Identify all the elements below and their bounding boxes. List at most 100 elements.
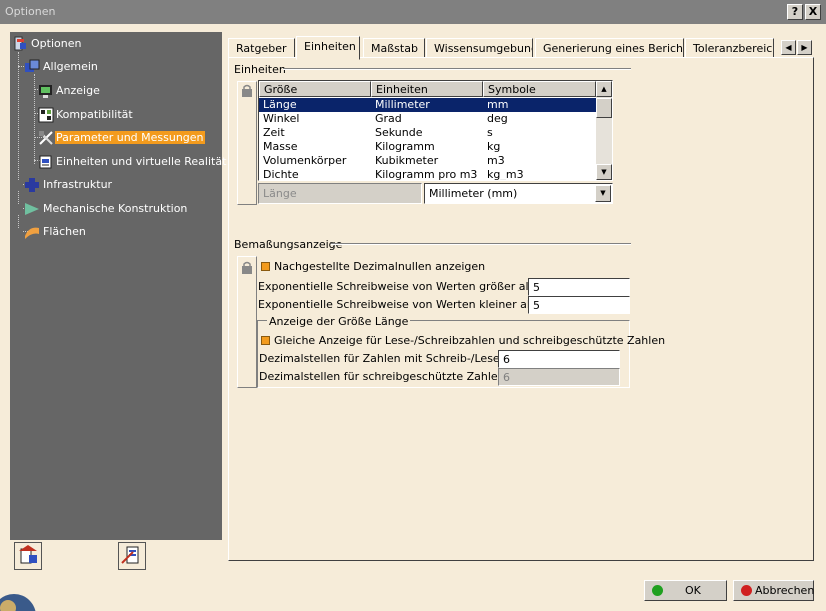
trailing-zeros-checkbox[interactable]: [261, 262, 270, 271]
unit-select[interactable]: Millimeter (mm) ▼: [424, 183, 613, 204]
cancel-label: Abbrechen: [755, 584, 815, 597]
lock-icon[interactable]: [241, 84, 253, 98]
help-button[interactable]: ?: [787, 4, 803, 20]
table-row[interactable]: Volumenkörper Kubikmeter m3: [259, 154, 596, 168]
tree-item-label: Kompatibilität: [56, 108, 133, 121]
ok-button[interactable]: OK: [644, 580, 727, 601]
options-tree[interactable]: Optionen Allgemein Anzeige Kompatibilitä…: [10, 32, 226, 540]
dimension-group-title: Bemaßungsanzeige: [234, 238, 343, 251]
mechanical-design-icon: [24, 201, 40, 217]
tools-options-icon[interactable]: [14, 542, 42, 570]
tree-item-label: Infrastruktur: [43, 178, 113, 191]
virtual-reality-icon: [38, 154, 54, 170]
same-display-label: Gleiche Anzeige für Lese-/Schreibzahlen …: [274, 334, 666, 347]
length-subgroup-title: Anzeige der Größe Länge: [267, 315, 411, 328]
cell-symbol: kg_m3: [487, 168, 524, 180]
cell-unit: Millimeter: [375, 98, 430, 111]
same-display-checkbox[interactable]: [261, 336, 270, 345]
cell-quantity: Dichte: [263, 168, 299, 180]
tab-scroll-right-icon[interactable]: ▶: [797, 40, 812, 55]
table-row[interactable]: Dichte Kilogramm pro m3 kg_m3: [259, 168, 596, 180]
tab-units[interactable]: Einheiten: [296, 36, 360, 60]
surfaces-icon: [24, 224, 40, 240]
cell-unit: Kilogramm: [375, 140, 435, 153]
tree-item-label: Parameter und Messungen: [55, 131, 205, 144]
cell-symbol: mm: [487, 98, 509, 111]
table-row[interactable]: Länge Millimeter mm: [259, 98, 596, 112]
cell-quantity: Masse: [263, 140, 298, 153]
compatibility-icon: [38, 107, 54, 123]
cell-symbol: s: [487, 126, 493, 139]
column-header-symbol[interactable]: Symbole: [483, 81, 596, 97]
cell-symbol: kg: [487, 140, 501, 153]
cell-quantity: Zeit: [263, 126, 285, 139]
close-button[interactable]: X: [805, 4, 821, 20]
column-header-quantity[interactable]: Größe: [259, 81, 371, 97]
units-group-title: Einheiten: [234, 63, 286, 76]
rw-decimals-input[interactable]: 6: [498, 350, 620, 368]
tab-tolerance[interactable]: Toleranzbereich f: [685, 38, 774, 58]
unit-select-value: Millimeter (mm): [429, 187, 518, 200]
reset-options-icon[interactable]: [118, 542, 146, 570]
units-table-header: Größe Einheiten Symbole: [259, 81, 596, 97]
infrastructure-icon: [24, 177, 40, 193]
cell-unit: Kilogramm pro m3: [375, 168, 478, 180]
units-table[interactable]: Größe Einheiten Symbole Länge Millimeter…: [258, 80, 613, 181]
tab-scale[interactable]: Maßstab: [363, 38, 425, 58]
tab-advisor[interactable]: Ratgeber: [228, 38, 295, 58]
expand-icon[interactable]: [14, 181, 23, 190]
cell-unit: Kubikmeter: [375, 154, 439, 167]
cell-quantity: Volumenkörper: [263, 154, 347, 167]
dialog-client: Optionen Allgemein Anzeige Kompatibilitä…: [0, 24, 826, 611]
tree-item-label: Mechanische Konstruktion: [43, 202, 188, 215]
tab-scroll-left-icon[interactable]: ◀: [781, 40, 796, 55]
scroll-up-icon[interactable]: ▲: [596, 81, 612, 97]
column-header-unit[interactable]: Einheiten: [371, 81, 483, 97]
cell-quantity: Winkel: [263, 112, 300, 125]
exp-smaller-label: Exponentielle Schreibweise von Werten kl…: [258, 298, 564, 311]
tab-strip: Ratgeber Einheiten Maßstab Wissensumgebu…: [228, 36, 814, 60]
units-lock-bar: [237, 81, 257, 205]
chevron-down-icon[interactable]: ▼: [595, 185, 611, 202]
expand-icon[interactable]: [14, 228, 23, 237]
scroll-down-icon[interactable]: ▼: [596, 164, 612, 180]
tree-item-label: Einheiten und virtuelle Realität: [56, 155, 227, 168]
general-icon: [24, 59, 40, 75]
units-table-scrollbar[interactable]: ▲ ▼: [596, 81, 612, 180]
title-bar: Optionen ? X: [0, 0, 826, 24]
trailing-zeros-label: Nachgestellte Dezimalnullen anzeigen: [274, 260, 486, 273]
selected-quantity-field: Länge: [258, 183, 422, 204]
catia-globe-icon: [0, 584, 48, 611]
cell-symbol: m3: [487, 154, 505, 167]
tree-item-label: Optionen: [31, 37, 82, 50]
exp-greater-input[interactable]: 5: [528, 278, 630, 296]
tab-report-generation[interactable]: Generierung eines Berichts: [535, 38, 684, 58]
ok-icon: [652, 585, 663, 596]
ro-decimals-label: Dezimalstellen für schreibgeschützte Zah…: [259, 370, 505, 383]
tab-content-units: Einheiten Größe Einheiten Symbole Länge …: [228, 57, 814, 561]
exp-smaller-input[interactable]: 5: [528, 296, 630, 314]
lock-icon[interactable]: [241, 261, 253, 275]
cancel-icon: [741, 585, 752, 596]
exp-greater-label: Exponentielle Schreibweise von Werten gr…: [258, 280, 568, 293]
options-root-icon: [12, 36, 28, 52]
cancel-button[interactable]: Abbrechen: [733, 580, 814, 601]
ro-decimals-input: 6: [498, 368, 620, 386]
expand-icon[interactable]: [14, 205, 23, 214]
display-icon: [38, 83, 54, 99]
scroll-thumb[interactable]: [596, 98, 612, 118]
window-title: Optionen: [5, 5, 56, 18]
tree-item-label: Anzeige: [56, 84, 100, 97]
cell-symbol: deg: [487, 112, 508, 125]
cell-quantity: Länge: [263, 98, 297, 111]
tab-knowledge-environment[interactable]: Wissensumgebung: [426, 38, 533, 58]
ok-label: OK: [685, 584, 701, 597]
tree-item-label: Allgemein: [43, 60, 98, 73]
table-row[interactable]: Zeit Sekunde s: [259, 126, 596, 140]
cell-unit: Grad: [375, 112, 402, 125]
table-row[interactable]: Masse Kilogramm kg: [259, 140, 596, 154]
parameters-icon: [38, 130, 54, 146]
table-row[interactable]: Winkel Grad deg: [259, 112, 596, 126]
cell-unit: Sekunde: [375, 126, 423, 139]
tree-item-label: Flächen: [43, 225, 86, 238]
